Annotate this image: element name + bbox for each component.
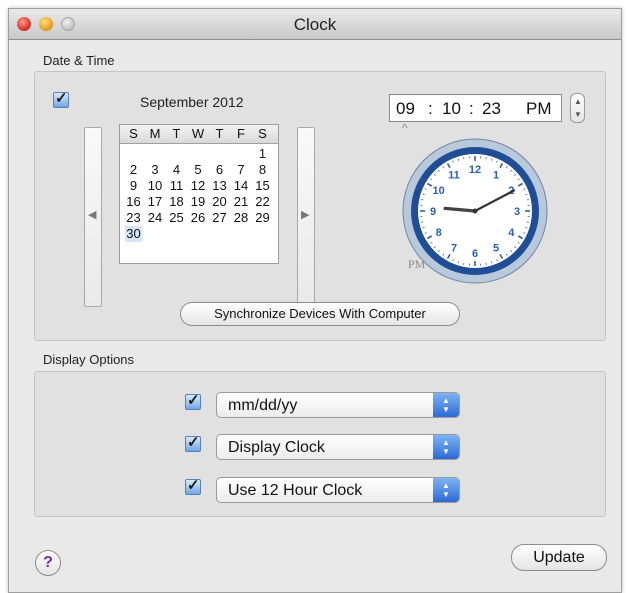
calendar-day[interactable]: 15 <box>254 178 271 194</box>
checkmark-icon: ✓ <box>187 477 200 494</box>
time-separator: : <box>469 99 474 118</box>
clock-number: 9 <box>430 206 436 218</box>
time-separator: : <box>428 99 433 118</box>
calendar-grid[interactable]: SMTWTFS 1 2 3 4 5 6 7 8 9 10 11 12 13 14 15 16 17 18 19 20 2… <box>119 124 279 264</box>
calendar-day[interactable]: 29 <box>254 210 271 226</box>
display-options-group: ✓ mm/dd/yy ▲ ▼ ✓ Display Clock ▲ ▼ ✓ Use 1… <box>34 371 606 517</box>
calendar-day[interactable]: 18 <box>168 194 185 210</box>
time-field[interactable]: 09 : 10 : 23 PM <box>389 94 562 122</box>
help-button[interactable]: ? <box>35 550 61 576</box>
calendar-day[interactable]: 10 <box>147 178 164 194</box>
caret-up-icon: ^ <box>402 121 408 135</box>
time-hours[interactable]: 09 <box>396 99 415 119</box>
calendar-day[interactable]: 9 <box>125 178 142 194</box>
previous-month-button[interactable]: ◀ <box>84 127 102 307</box>
time-ampm[interactable]: PM <box>526 99 552 119</box>
calendar-day[interactable]: 1 <box>254 146 271 162</box>
clock-number: 4 <box>508 227 515 239</box>
clock-number: 6 <box>472 248 478 260</box>
checkmark-icon: ✓ <box>187 392 200 409</box>
weekday-header-row: SMTWTFS <box>120 125 278 144</box>
checkmark-icon: ✓ <box>55 90 68 107</box>
date-format-popup[interactable]: mm/dd/yy ▲ ▼ <box>216 392 460 418</box>
calendar-day[interactable]: 21 <box>233 194 250 210</box>
stepper-up-icon: ▲ <box>574 97 582 106</box>
next-month-button[interactable]: ▶ <box>297 127 315 307</box>
display-clock-checkbox[interactable]: ✓ <box>185 434 201 452</box>
calendar-day[interactable]: 7 <box>233 162 250 178</box>
window-title: Clock <box>293 15 337 34</box>
calendar-day[interactable]: 17 <box>147 194 164 210</box>
weekday-header: S <box>258 126 267 141</box>
weekday-header: F <box>237 126 245 141</box>
calendar-day[interactable]: 24 <box>147 210 164 226</box>
clock-pm-label: PM <box>408 257 426 271</box>
date-format-value: mm/dd/yy <box>228 397 298 414</box>
time-minutes[interactable]: 10 <box>442 99 461 119</box>
weekday-header: S <box>129 126 138 141</box>
clock-number: 12 <box>469 164 481 176</box>
right-arrow-icon: ▶ <box>301 209 310 221</box>
calendar-day[interactable]: 11 <box>168 178 185 194</box>
calendar-day[interactable]: 3 <box>147 162 164 178</box>
time-seconds[interactable]: 23 <box>482 99 501 119</box>
calendar-day[interactable]: 25 <box>168 210 185 226</box>
stepper-down-icon: ▼ <box>574 110 582 119</box>
clock-number: 10 <box>433 185 445 197</box>
calendar-day[interactable]: 28 <box>233 210 250 226</box>
popup-arrows-icon: ▲ ▼ <box>433 393 459 417</box>
calendar-day[interactable]: 13 <box>211 178 228 194</box>
calendar-day[interactable]: 5 <box>190 162 207 178</box>
hour-format-popup[interactable]: Use 12 Hour Clock ▲ ▼ <box>216 477 460 503</box>
calendar-day[interactable]: 27 <box>211 210 228 226</box>
weekday-header: W <box>191 126 205 141</box>
calendar-day[interactable]: 23 <box>125 210 142 226</box>
clock-number: 7 <box>451 242 457 254</box>
weekday-header: M <box>149 126 161 141</box>
calendar-day[interactable]: 8 <box>254 162 271 178</box>
date-format-checkbox[interactable]: ✓ <box>185 392 201 410</box>
clock-number: 5 <box>493 242 499 254</box>
checkmark-icon: ✓ <box>187 434 200 451</box>
calendar-day[interactable]: 6 <box>211 162 228 178</box>
clock-center <box>472 208 478 214</box>
left-arrow-icon: ◀ <box>88 209 97 221</box>
weekday-header: T <box>172 126 181 141</box>
month-label: September 2012 <box>140 94 244 110</box>
popup-arrows-icon: ▲ ▼ <box>433 435 459 459</box>
calendar-day[interactable]: 20 <box>211 194 228 210</box>
clock-number: 8 <box>436 227 442 239</box>
calendar-day[interactable]: 12 <box>190 178 207 194</box>
calendar-day[interactable]: 16 <box>125 194 142 210</box>
clock-number: 3 <box>514 206 520 218</box>
hour-format-checkbox[interactable]: ✓ <box>185 477 201 495</box>
calendar-day[interactable]: 4 <box>168 162 185 178</box>
calendar-day[interactable]: 26 <box>190 210 207 226</box>
date-time-section-label: Date & Time <box>43 53 115 68</box>
weekday-header: T <box>215 126 224 141</box>
calendar-day[interactable]: 19 <box>190 194 207 210</box>
time-stepper[interactable]: ▲ ▼ <box>570 93 585 123</box>
display-clock-value: Display Clock <box>228 439 325 456</box>
date-time-group: ✓ September 2012 ◀ SMTWTFS 1 2 3 4 5 6 7 8 9 10 11… <box>34 71 606 341</box>
popup-arrows-icon: ▲ ▼ <box>433 478 459 502</box>
calendar-day-selected[interactable]: 30 <box>125 226 142 242</box>
calendar-day[interactable]: 14 <box>233 178 250 194</box>
date-time-enabled-checkbox[interactable]: ✓ <box>53 90 69 108</box>
display-options-section-label: Display Options <box>43 352 135 367</box>
clock-window: Clock Date & Time ✓ September 2012 ◀ SMT… <box>8 8 622 593</box>
calendar-day[interactable]: 22 <box>254 194 271 210</box>
clock-number: 1 <box>493 170 499 182</box>
display-clock-popup[interactable]: Display Clock ▲ ▼ <box>216 434 460 460</box>
clock-number: 11 <box>448 170 460 182</box>
calendar-day[interactable]: 2 <box>125 162 142 178</box>
synchronize-devices-button[interactable]: Synchronize Devices With Computer <box>180 302 460 326</box>
title-bar: Clock <box>9 9 621 40</box>
hour-format-value: Use 12 Hour Clock <box>228 482 363 499</box>
update-button[interactable]: Update <box>511 544 607 571</box>
